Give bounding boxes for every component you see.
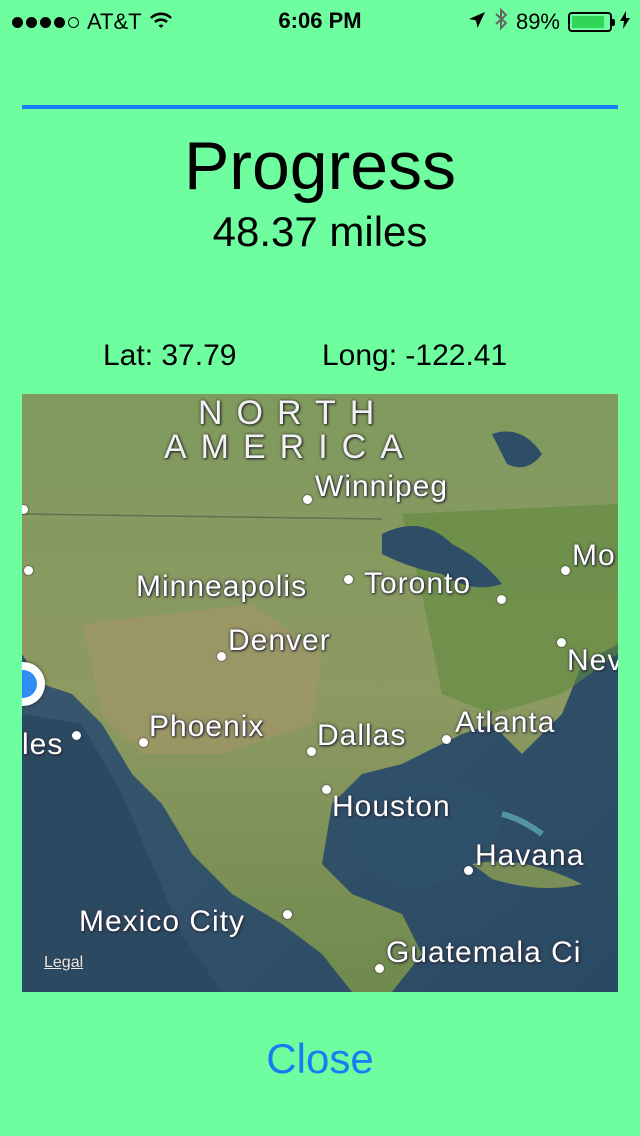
city-dot [344,575,353,584]
latitude-label: Lat: 37.79 [103,339,237,372]
city-label-los-angeles: les [22,728,64,761]
city-label-minneapolis: Minneapolis [136,570,308,603]
city-dot [497,595,506,604]
city-label-winnipeg: Winnipeg [315,470,449,503]
page-title: Progress [183,128,457,204]
header-divider [22,105,618,109]
city-label-phoenix: Phoenix [149,710,265,743]
map-view[interactable]: NORTH AMERICA Winnipeg Mo Minneapolis To… [22,394,618,992]
bluetooth-icon [494,7,508,36]
city-dot [375,964,384,973]
longitude-label: Long: -122.41 [322,339,508,372]
city-dot [442,735,451,744]
region-label-america: AMERICA [164,428,417,466]
city-dot [322,785,331,794]
location-arrow-icon [468,9,486,35]
battery-icon [568,12,615,32]
city-label-toronto: Toronto [364,567,472,600]
close-button[interactable]: Close [0,1034,640,1084]
legal-link[interactable]: Legal [44,954,83,972]
city-label-guatemala-city: Guatemala Ci [386,936,582,969]
city-label-havana: Havana [475,839,585,872]
city-dot [557,638,566,647]
city-label-new-york: Nev [567,644,618,677]
city-dot [24,566,33,575]
city-dot [72,731,81,740]
city-dot [217,652,226,661]
city-dot [283,910,292,919]
city-dot [561,566,570,575]
city-dot [307,747,316,756]
city-label-mexico-city: Mexico City [79,905,246,938]
status-bar: AT&T 6:06 PM 89% [0,0,640,40]
city-dot [464,866,473,875]
battery-percent: 89% [515,9,560,34]
city-label-atlanta: Atlanta [455,706,556,739]
city-dot [139,738,148,747]
city-label-dallas: Dallas [317,719,407,752]
city-label-montreal: Mo [572,539,616,572]
charging-bolt-icon [620,9,630,35]
city-label-denver: Denver [228,624,331,657]
distance-value: 48.37 miles [212,208,428,255]
city-dot [303,495,312,504]
city-label-houston: Houston [332,790,451,823]
